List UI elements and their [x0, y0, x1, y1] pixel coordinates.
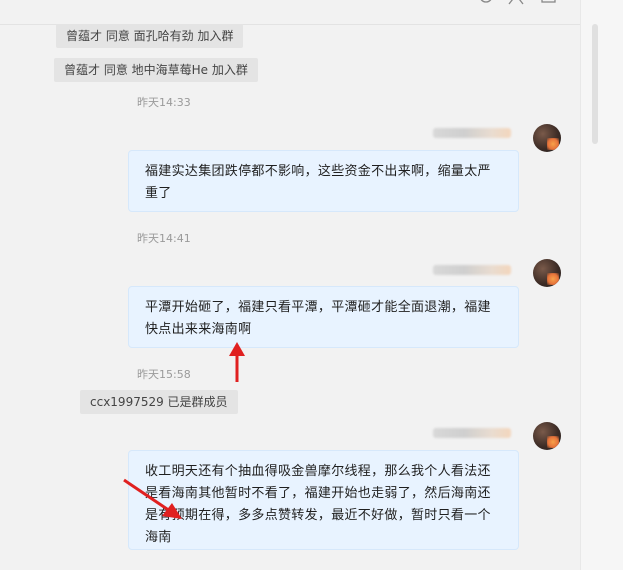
timestamp: 昨天15:58: [137, 368, 191, 381]
scrollbar-thumb[interactable]: [592, 24, 598, 144]
window-icon[interactable]: [540, 0, 558, 8]
avatar[interactable]: [533, 422, 561, 450]
system-message: ccx1997529 已是群成员: [80, 390, 238, 414]
chat-bubble[interactable]: 收工明天还有个抽血得吸金兽摩尔线程，那么我个人看法还是看海南其他暂时不看了，福建…: [128, 450, 519, 550]
scrollbar-track[interactable]: [580, 0, 623, 570]
avatar[interactable]: [533, 259, 561, 287]
user-icon[interactable]: [507, 0, 525, 8]
chat-bubble[interactable]: 福建实达集团跌停都不影响，这些资金不出来啊，缩量太严重了: [128, 150, 519, 212]
sender-name: [433, 128, 511, 138]
avatar[interactable]: [533, 124, 561, 152]
timestamp: 昨天14:41: [137, 232, 191, 245]
chat-toolbar: [0, 0, 580, 25]
system-message: 曾蕴才 同意 面孔哈有劲 加入群: [56, 24, 244, 48]
sender-name: [433, 265, 511, 275]
chat-bubble[interactable]: 平潭开始砸了，福建只看平潭，平潭砸才能全面退潮，福建快点出来来海南啊: [128, 286, 519, 348]
settings-icon[interactable]: [477, 0, 495, 8]
sender-name: [433, 428, 511, 438]
chat-panel: 曾蕴才 同意 面孔哈有劲 加入群 曾蕴才 同意 地中海草莓He 加入群 昨天14…: [0, 0, 580, 570]
system-message: 曾蕴才 同意 地中海草莓He 加入群: [54, 58, 258, 82]
timestamp: 昨天14:33: [137, 96, 191, 109]
